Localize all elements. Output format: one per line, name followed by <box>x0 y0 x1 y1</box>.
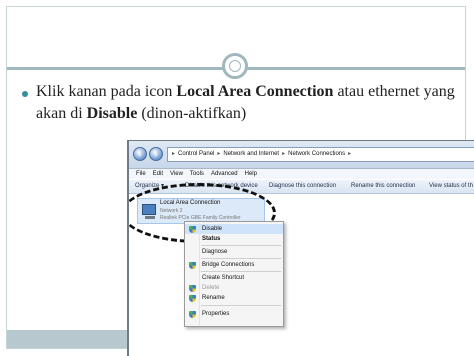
menu-item-rename[interactable]: Rename <box>185 293 283 303</box>
shield-icon <box>189 285 196 292</box>
slide-bullet-text: Klik kanan pada icon Local Area Connecti… <box>36 83 455 122</box>
menu-item-delete[interactable]: Delete <box>185 283 283 293</box>
back-icon[interactable]: ‹ <box>133 147 147 161</box>
breadcrumb-network-connections[interactable]: Network Connections <box>288 151 345 157</box>
rename-button[interactable]: Rename this connection <box>351 180 415 193</box>
menu-item-status[interactable]: Status <box>185 234 283 244</box>
breadcrumb-control-panel[interactable]: Control Panel <box>178 151 214 157</box>
diagnose-button[interactable]: Diagnose this connection <box>269 180 336 193</box>
view-status-button[interactable]: View status of th <box>429 180 473 193</box>
menu-item-create-shortcut[interactable]: Create Shortcut <box>185 273 283 283</box>
shield-icon <box>189 226 196 233</box>
menu-item-properties[interactable]: Properties <box>185 309 283 319</box>
bullet-icon <box>22 91 28 97</box>
menu-help[interactable]: Help <box>245 171 257 177</box>
address-bar[interactable]: ▸ Control Panel ▸ Network and Internet ▸ Netw… <box>167 147 474 162</box>
breadcrumb-network-internet[interactable]: Network and Internet <box>223 151 279 157</box>
shield-icon <box>189 295 196 302</box>
address-bar-row: ‹ › ▸ Control Panel ▸ Network and Internet ▸… <box>129 141 474 169</box>
menu-item-disable[interactable]: Disable <box>185 224 283 234</box>
network-connections-window: ‹ › ▸ Control Panel ▸ Network and Internet ▸… <box>127 140 474 356</box>
menu-item-bridge-connections[interactable]: Bridge Connections <box>185 260 283 270</box>
menu-tools[interactable]: Tools <box>190 171 204 177</box>
menu-edit[interactable]: Edit <box>153 171 163 177</box>
forward-icon[interactable]: › <box>149 147 163 161</box>
menu-bar: File Edit View Tools Advanced Help <box>129 169 474 179</box>
menu-advanced[interactable]: Advanced <box>211 171 238 177</box>
header-circle-ornament <box>222 53 248 79</box>
menu-file[interactable]: File <box>136 171 146 177</box>
shield-icon <box>189 311 196 318</box>
menu-view[interactable]: View <box>170 171 183 177</box>
context-menu: Disable Status Diagnose Bridge Connectio… <box>184 221 284 327</box>
menu-item-diagnose[interactable]: Diagnose <box>185 247 283 257</box>
footer-bar <box>7 330 127 348</box>
shield-icon <box>189 262 196 269</box>
